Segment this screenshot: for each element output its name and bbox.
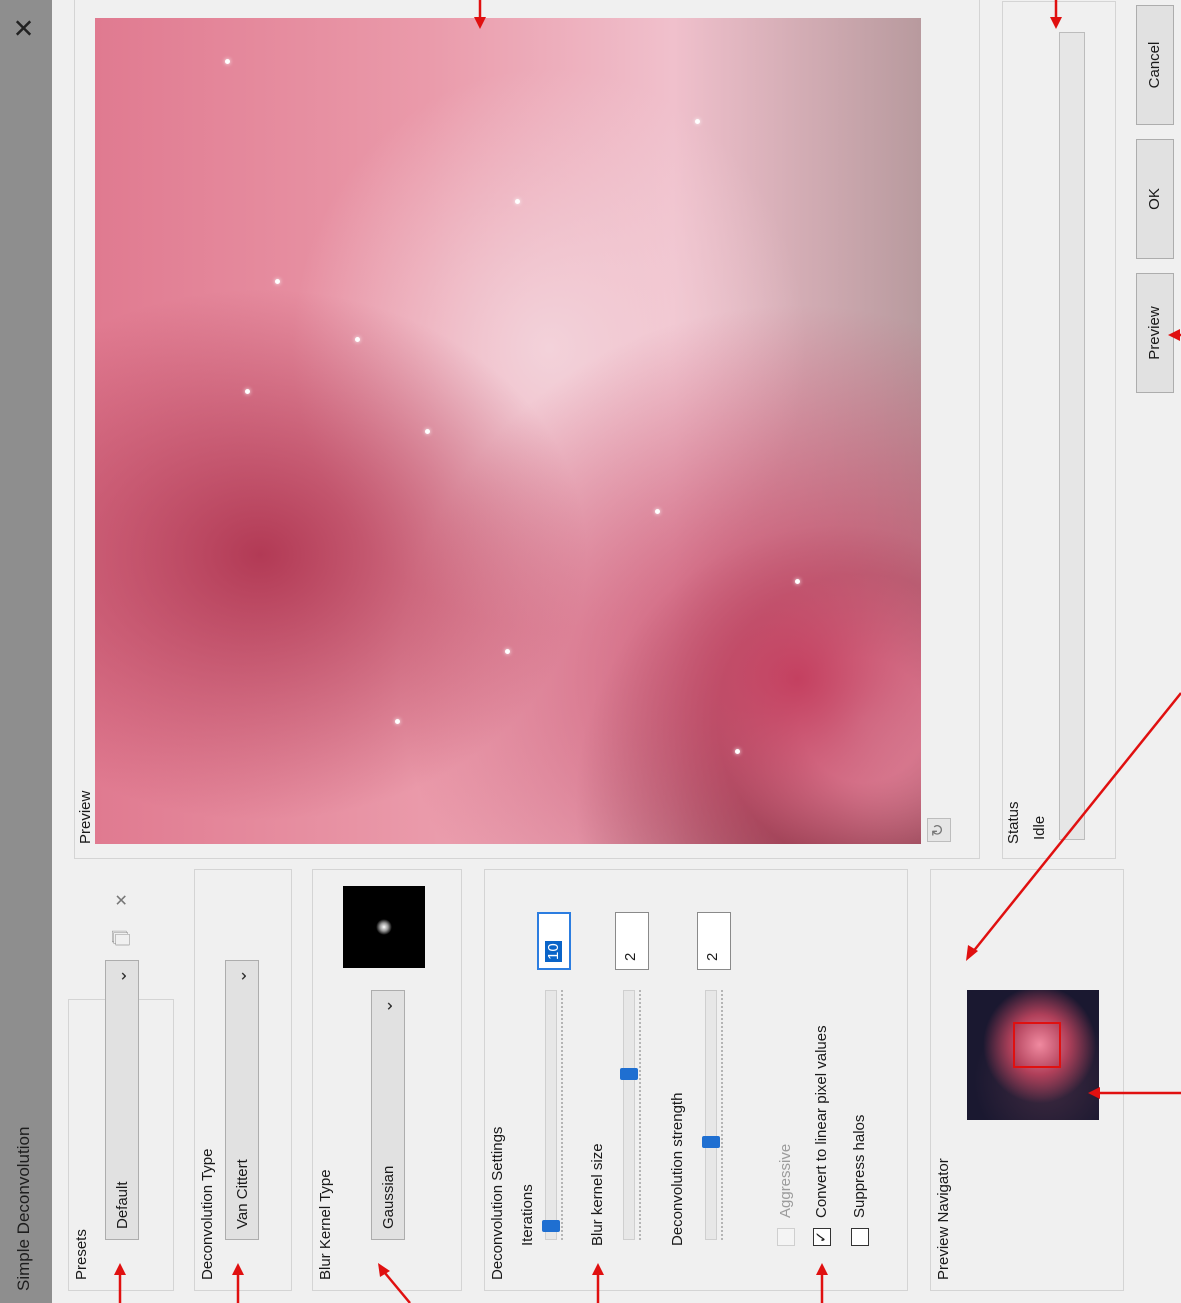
blur-kernel-size-value: 2 <box>622 952 639 961</box>
iterations-slider[interactable] <box>545 990 557 1240</box>
close-icon[interactable]: ✕ <box>8 12 40 44</box>
preview-navigator-group: Preview Navigator <box>930 869 1124 1291</box>
deconvolution-type-combobox[interactable]: Van Cittert ⌄ <box>225 960 259 1240</box>
presets-selected: Default <box>114 1181 131 1229</box>
star <box>795 579 800 584</box>
deconvolution-strength-label: Deconvolution strength <box>669 1092 686 1246</box>
deconvolution-type-selected: Van Cittert <box>234 1159 251 1229</box>
chevron-down-icon: ⌄ <box>111 969 130 984</box>
chevron-down-icon: ⌄ <box>377 999 396 1014</box>
title-bar: Simple Deconvolution ✕ <box>0 0 52 1303</box>
status-text: Idle <box>1031 815 1048 840</box>
blur-kernel-size-label: Blur kernel size <box>589 1143 606 1246</box>
refresh-icon[interactable]: ↻ <box>927 818 951 842</box>
aggressive-label: Aggressive <box>777 1143 794 1218</box>
star <box>655 509 660 514</box>
star <box>695 119 700 124</box>
star <box>505 649 510 654</box>
star <box>425 429 430 434</box>
preview-group: Preview ↻ <box>74 0 980 859</box>
iterations-label: Iterations <box>519 1184 536 1246</box>
navigator-thumbnail[interactable] <box>967 990 1099 1120</box>
blur-kernel-type-group: Blur Kernel Type Gaussian ⌄ <box>312 869 462 1291</box>
deconvolution-settings-label: Deconvolution Settings <box>489 1126 506 1280</box>
status-group: Status Idle <box>1002 1 1116 859</box>
halos-checkbox[interactable] <box>851 1228 869 1246</box>
star <box>225 59 230 64</box>
kernel-dot <box>376 919 392 935</box>
deconvolution-type-group: Deconvolution Type Van Cittert ⌄ <box>194 869 292 1291</box>
blur-kernel-type-label: Blur Kernel Type <box>317 1169 334 1280</box>
linear-checkbox[interactable]: ✓ <box>813 1228 831 1246</box>
presets-combobox[interactable]: Default ⌄ <box>105 960 139 1240</box>
preview-navigator-label: Preview Navigator <box>935 1158 952 1280</box>
star <box>735 749 740 754</box>
deconvolution-dialog: Simple Deconvolution ✕ Presets Default ⌄… <box>0 0 1181 1303</box>
deconvolution-strength-ticks <box>721 990 727 1240</box>
status-progress-bar <box>1059 32 1085 840</box>
halos-label[interactable]: Suppress halos <box>851 1115 868 1218</box>
kernel-preview <box>343 886 425 968</box>
navigator-view-rect[interactable] <box>1013 1022 1061 1068</box>
status-label: Status <box>1005 801 1022 844</box>
delete-preset-icon[interactable]: ✕ <box>112 889 134 911</box>
star <box>355 337 360 342</box>
presets-label: Presets <box>73 1229 90 1280</box>
chevron-down-icon: ⌄ <box>231 969 250 984</box>
blur-kernel-type-selected: Gaussian <box>380 1165 397 1229</box>
presets-group: Presets Default ⌄ <box>68 960 174 1291</box>
aggressive-checkbox <box>777 1228 795 1246</box>
ok-button[interactable]: OK <box>1136 139 1174 259</box>
blur-kernel-size-ticks <box>639 990 645 1240</box>
blur-kernel-size-slider[interactable] <box>623 990 635 1240</box>
linear-label[interactable]: Convert to linear pixel values <box>813 1025 830 1218</box>
rotated-screenshot: Simple Deconvolution ✕ Presets Default ⌄… <box>0 0 1181 1303</box>
deconvolution-strength-slider-thumb[interactable] <box>702 1136 720 1148</box>
iterations-value: 10 <box>545 941 562 962</box>
deconvolution-strength-slider[interactable] <box>705 990 717 1240</box>
preview-button[interactable]: Preview <box>1136 273 1174 393</box>
window-title: Simple Deconvolution <box>14 1126 33 1291</box>
preview-label: Preview <box>77 790 94 844</box>
deconvolution-settings-group: Deconvolution Settings Iterations 10 Blu… <box>484 869 908 1291</box>
iterations-ticks <box>561 990 567 1240</box>
deconvolution-strength-value: 2 <box>704 952 721 961</box>
star <box>245 389 250 394</box>
blur-kernel-size-input[interactable]: 2 <box>615 912 649 970</box>
cancel-button[interactable]: Cancel <box>1136 5 1174 125</box>
blur-kernel-type-combobox[interactable]: Gaussian ⌄ <box>371 990 405 1240</box>
deconvolution-type-label: Deconvolution Type <box>199 1148 216 1280</box>
save-preset-icon[interactable]: 🗍 <box>112 927 134 949</box>
star <box>275 279 280 284</box>
star <box>515 199 520 204</box>
deconvolution-strength-input[interactable]: 2 <box>697 912 731 970</box>
star <box>395 719 400 724</box>
iterations-slider-thumb[interactable] <box>542 1220 560 1232</box>
iterations-input[interactable]: 10 <box>537 912 571 970</box>
preview-image[interactable] <box>95 18 921 844</box>
blur-kernel-size-slider-thumb[interactable] <box>620 1068 638 1080</box>
